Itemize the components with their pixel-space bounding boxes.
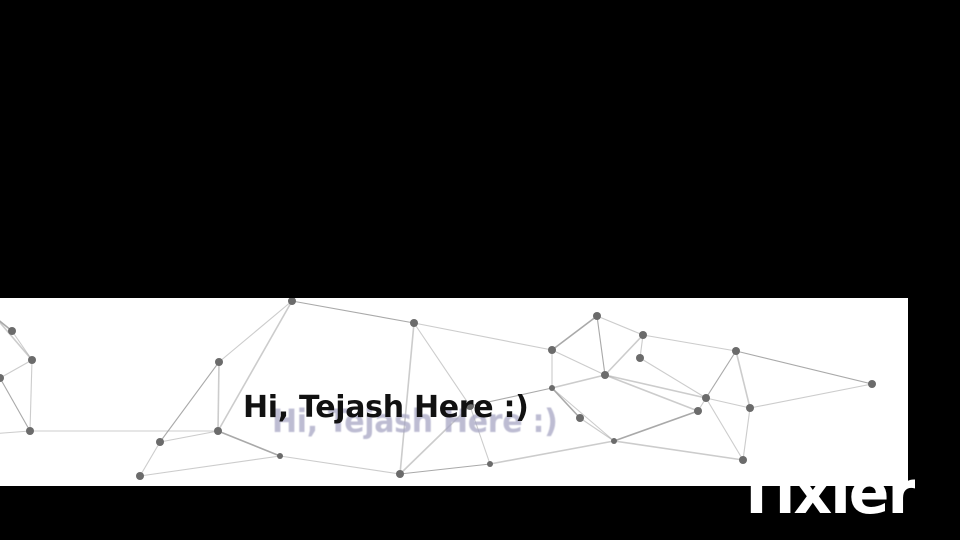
network-edge [413,322,553,351]
network-edge [579,417,615,442]
network-node [136,472,144,480]
watermark-logo: Tixier [736,458,916,516]
network-edge [0,359,33,379]
network-edge [399,463,491,475]
network-node [28,356,36,364]
network-node [576,414,584,422]
network-edge [159,361,220,443]
network-node [548,346,556,354]
network-edge [596,315,644,336]
network-edge [217,361,220,432]
network-edge [139,455,281,477]
network-edge [218,300,293,363]
network-node [694,407,702,415]
network-edge [705,397,751,409]
network-edge [604,334,644,376]
network-node [702,394,710,402]
network-edge [159,430,219,443]
video-frame: Hi, Tejash Here :) Hi, Tejash Here :) Ti… [0,0,960,540]
network-edge [613,440,744,461]
network-edge [0,430,31,434]
network-node [868,380,876,388]
network-edge [735,350,873,385]
network-node [156,438,164,446]
network-node [746,404,754,412]
network-edge [139,441,161,477]
network-edge [29,359,33,432]
network-edge [217,430,281,457]
network-edge [642,334,737,352]
network-node [396,470,404,478]
network-node [732,347,740,355]
network-edge [279,455,401,475]
network-edge [551,349,606,376]
network-edge [596,315,606,376]
network-node [8,327,16,335]
network-edge [551,315,598,351]
network-edge [735,350,751,409]
network-node [593,312,601,320]
network-edge [705,397,744,461]
network-node [636,354,644,362]
network-node [611,438,617,444]
network-edge [551,374,606,389]
network-edge [749,383,873,409]
network-edge [489,440,615,465]
network-node [0,374,4,382]
network-node [215,358,223,366]
network-edge [613,410,699,442]
network-node [277,453,283,459]
network-node [601,371,609,379]
network-edge [742,407,751,461]
network-node [214,427,222,435]
network-edge [0,377,31,432]
network-node [639,331,647,339]
network-node [487,461,493,467]
network-edge [705,350,737,399]
network-node [410,319,418,327]
network-edge [291,300,415,324]
network-node [549,385,555,391]
greeting-text: Hi, Tejash Here :) [243,390,529,425]
network-node [26,427,34,435]
network-edge [551,387,615,442]
